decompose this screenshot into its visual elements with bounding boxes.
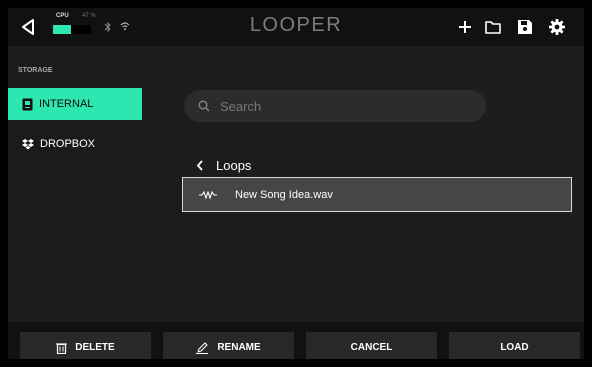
breadcrumb-label: Loops (216, 158, 252, 173)
sidebar-item-label: INTERNAL (39, 98, 94, 110)
chevron-left-icon (196, 160, 203, 171)
search-input[interactable]: Search (184, 90, 486, 122)
rename-label: RENAME (217, 342, 261, 353)
top-bar: CPU 47 % LOOPER (8, 8, 584, 46)
cancel-button[interactable]: CANCEL (306, 332, 437, 359)
storage-section-label: STORAGE (18, 67, 53, 74)
storage-sidebar: STORAGE INTERNAL DROPBOX (8, 46, 184, 322)
file-name: New Song Idea.wav (235, 188, 333, 201)
breadcrumb[interactable]: Loops (196, 158, 251, 173)
folder-icon[interactable] (484, 18, 502, 36)
file-browser: Search Loops New Song Idea.wav (182, 46, 584, 322)
dropbox-icon (22, 138, 34, 149)
audio-wave-icon (199, 190, 217, 199)
delete-button[interactable]: DELETE (20, 332, 151, 359)
search-icon (198, 100, 210, 112)
load-button[interactable]: LOAD (449, 332, 580, 359)
save-icon[interactable] (516, 18, 534, 36)
search-placeholder: Search (220, 98, 262, 114)
rename-button[interactable]: RENAME (163, 332, 294, 359)
action-bar: DELETE RENAME CANCEL LOAD (8, 322, 584, 359)
device-icon (22, 98, 33, 110)
file-row[interactable]: New Song Idea.wav (182, 177, 572, 212)
trash-icon (56, 342, 68, 354)
add-icon[interactable] (456, 18, 474, 36)
looper-screen: CPU 47 % LOOPER STORAGE INTERNAL DROPBOX… (8, 8, 584, 359)
sidebar-item-internal[interactable]: INTERNAL (8, 88, 142, 120)
delete-label: DELETE (75, 342, 115, 353)
sidebar-item-dropbox[interactable]: DROPBOX (8, 128, 142, 160)
cancel-label: CANCEL (350, 342, 393, 353)
pencil-icon (196, 342, 209, 354)
sidebar-item-label: DROPBOX (40, 138, 96, 150)
load-label: LOAD (500, 342, 529, 353)
settings-icon[interactable] (548, 18, 566, 36)
